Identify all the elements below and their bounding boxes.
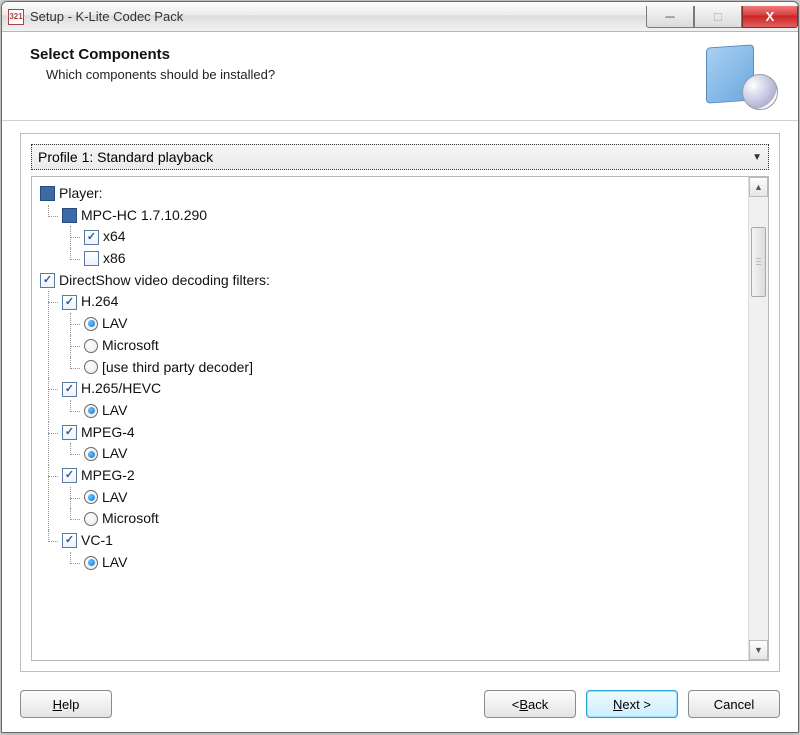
tree-label-lav: LAV	[102, 313, 127, 335]
checkbox-h265[interactable]	[62, 382, 77, 397]
installer-icon	[706, 46, 778, 110]
tree-label-mpeg4: MPEG-4	[81, 422, 135, 444]
checkbox-h264[interactable]	[62, 295, 77, 310]
radio-mpeg2-microsoft[interactable]	[84, 512, 98, 526]
profile-selected-label: Profile 1: Standard playback	[38, 149, 213, 165]
profile-dropdown[interactable]: Profile 1: Standard playback ▼	[31, 144, 769, 170]
tree-label-microsoft: Microsoft	[102, 335, 159, 357]
checkbox-x86[interactable]	[84, 251, 99, 266]
tree-label-h265: H.265/HEVC	[81, 378, 161, 400]
scroll-track[interactable]	[749, 197, 768, 640]
maximize-button: □	[694, 6, 742, 28]
page-title: Select Components	[30, 46, 275, 63]
checkbox-mpeg2[interactable]	[62, 468, 77, 483]
checkbox-mpc-hc[interactable]	[62, 208, 77, 223]
back-button[interactable]: < Back	[484, 690, 576, 718]
checkbox-x64[interactable]	[84, 230, 99, 245]
help-button[interactable]: Help	[20, 690, 112, 718]
tree-label-directshow: DirectShow video decoding filters:	[59, 270, 270, 292]
tree-label-lav-5: LAV	[102, 552, 127, 574]
cancel-button[interactable]: Cancel	[688, 690, 780, 718]
scroll-up-button[interactable]: ▲	[749, 177, 768, 197]
setup-window: 321 Setup - K-Lite Codec Pack ─ □ X Sele…	[1, 1, 799, 733]
chevron-down-icon: ▼	[752, 152, 762, 163]
tree-label-x86: x86	[103, 248, 126, 270]
scroll-thumb[interactable]	[751, 227, 766, 297]
radio-mpeg4-lav[interactable]	[84, 447, 98, 461]
wizard-footer: Help < Back Next > Cancel	[2, 680, 798, 732]
app-icon: 321	[8, 9, 24, 25]
tree-label-x64: x64	[103, 226, 126, 248]
radio-h265-lav[interactable]	[84, 404, 98, 418]
titlebar[interactable]: 321 Setup - K-Lite Codec Pack ─ □ X	[2, 2, 798, 32]
radio-h264-microsoft[interactable]	[84, 339, 98, 353]
radio-h264-lav[interactable]	[84, 317, 98, 331]
checkbox-mpeg4[interactable]	[62, 425, 77, 440]
scroll-down-button[interactable]: ▼	[749, 640, 768, 660]
tree-label-microsoft-2: Microsoft	[102, 508, 159, 530]
tree-label-lav-3: LAV	[102, 443, 127, 465]
page-subtitle: Which components should be installed?	[46, 67, 275, 82]
window-title: Setup - K-Lite Codec Pack	[30, 9, 183, 24]
tree-label-thirdparty: [use third party decoder]	[102, 357, 253, 379]
tree-label-player: Player:	[59, 183, 103, 205]
tree-label-mpc: MPC-HC 1.7.10.290	[81, 205, 207, 227]
tree-label-lav-2: LAV	[102, 400, 127, 422]
wizard-header: Select Components Which components shoul…	[2, 32, 798, 121]
tree-label-vc1: VC-1	[81, 530, 113, 552]
next-button[interactable]: Next >	[586, 690, 678, 718]
checkbox-directshow[interactable]	[40, 273, 55, 288]
content-pane: Profile 1: Standard playback ▼ Player:	[20, 133, 780, 672]
component-tree-panel: Player: MPC-HC 1.7.10.290	[31, 176, 769, 661]
tree-scrollbar[interactable]: ▲ ▼	[748, 177, 768, 660]
checkbox-player[interactable]	[40, 186, 55, 201]
help-label-rest: elp	[62, 697, 79, 712]
tree-label-lav-4: LAV	[102, 487, 127, 509]
radio-mpeg2-lav[interactable]	[84, 490, 98, 504]
close-button[interactable]: X	[742, 6, 798, 28]
radio-vc1-lav[interactable]	[84, 556, 98, 570]
tree-label-mpeg2: MPEG-2	[81, 465, 135, 487]
checkbox-vc1[interactable]	[62, 533, 77, 548]
radio-h264-thirdparty[interactable]	[84, 360, 98, 374]
minimize-button[interactable]: ─	[646, 6, 694, 28]
component-tree[interactable]: Player: MPC-HC 1.7.10.290	[32, 177, 748, 660]
tree-label-h264: H.264	[81, 291, 118, 313]
